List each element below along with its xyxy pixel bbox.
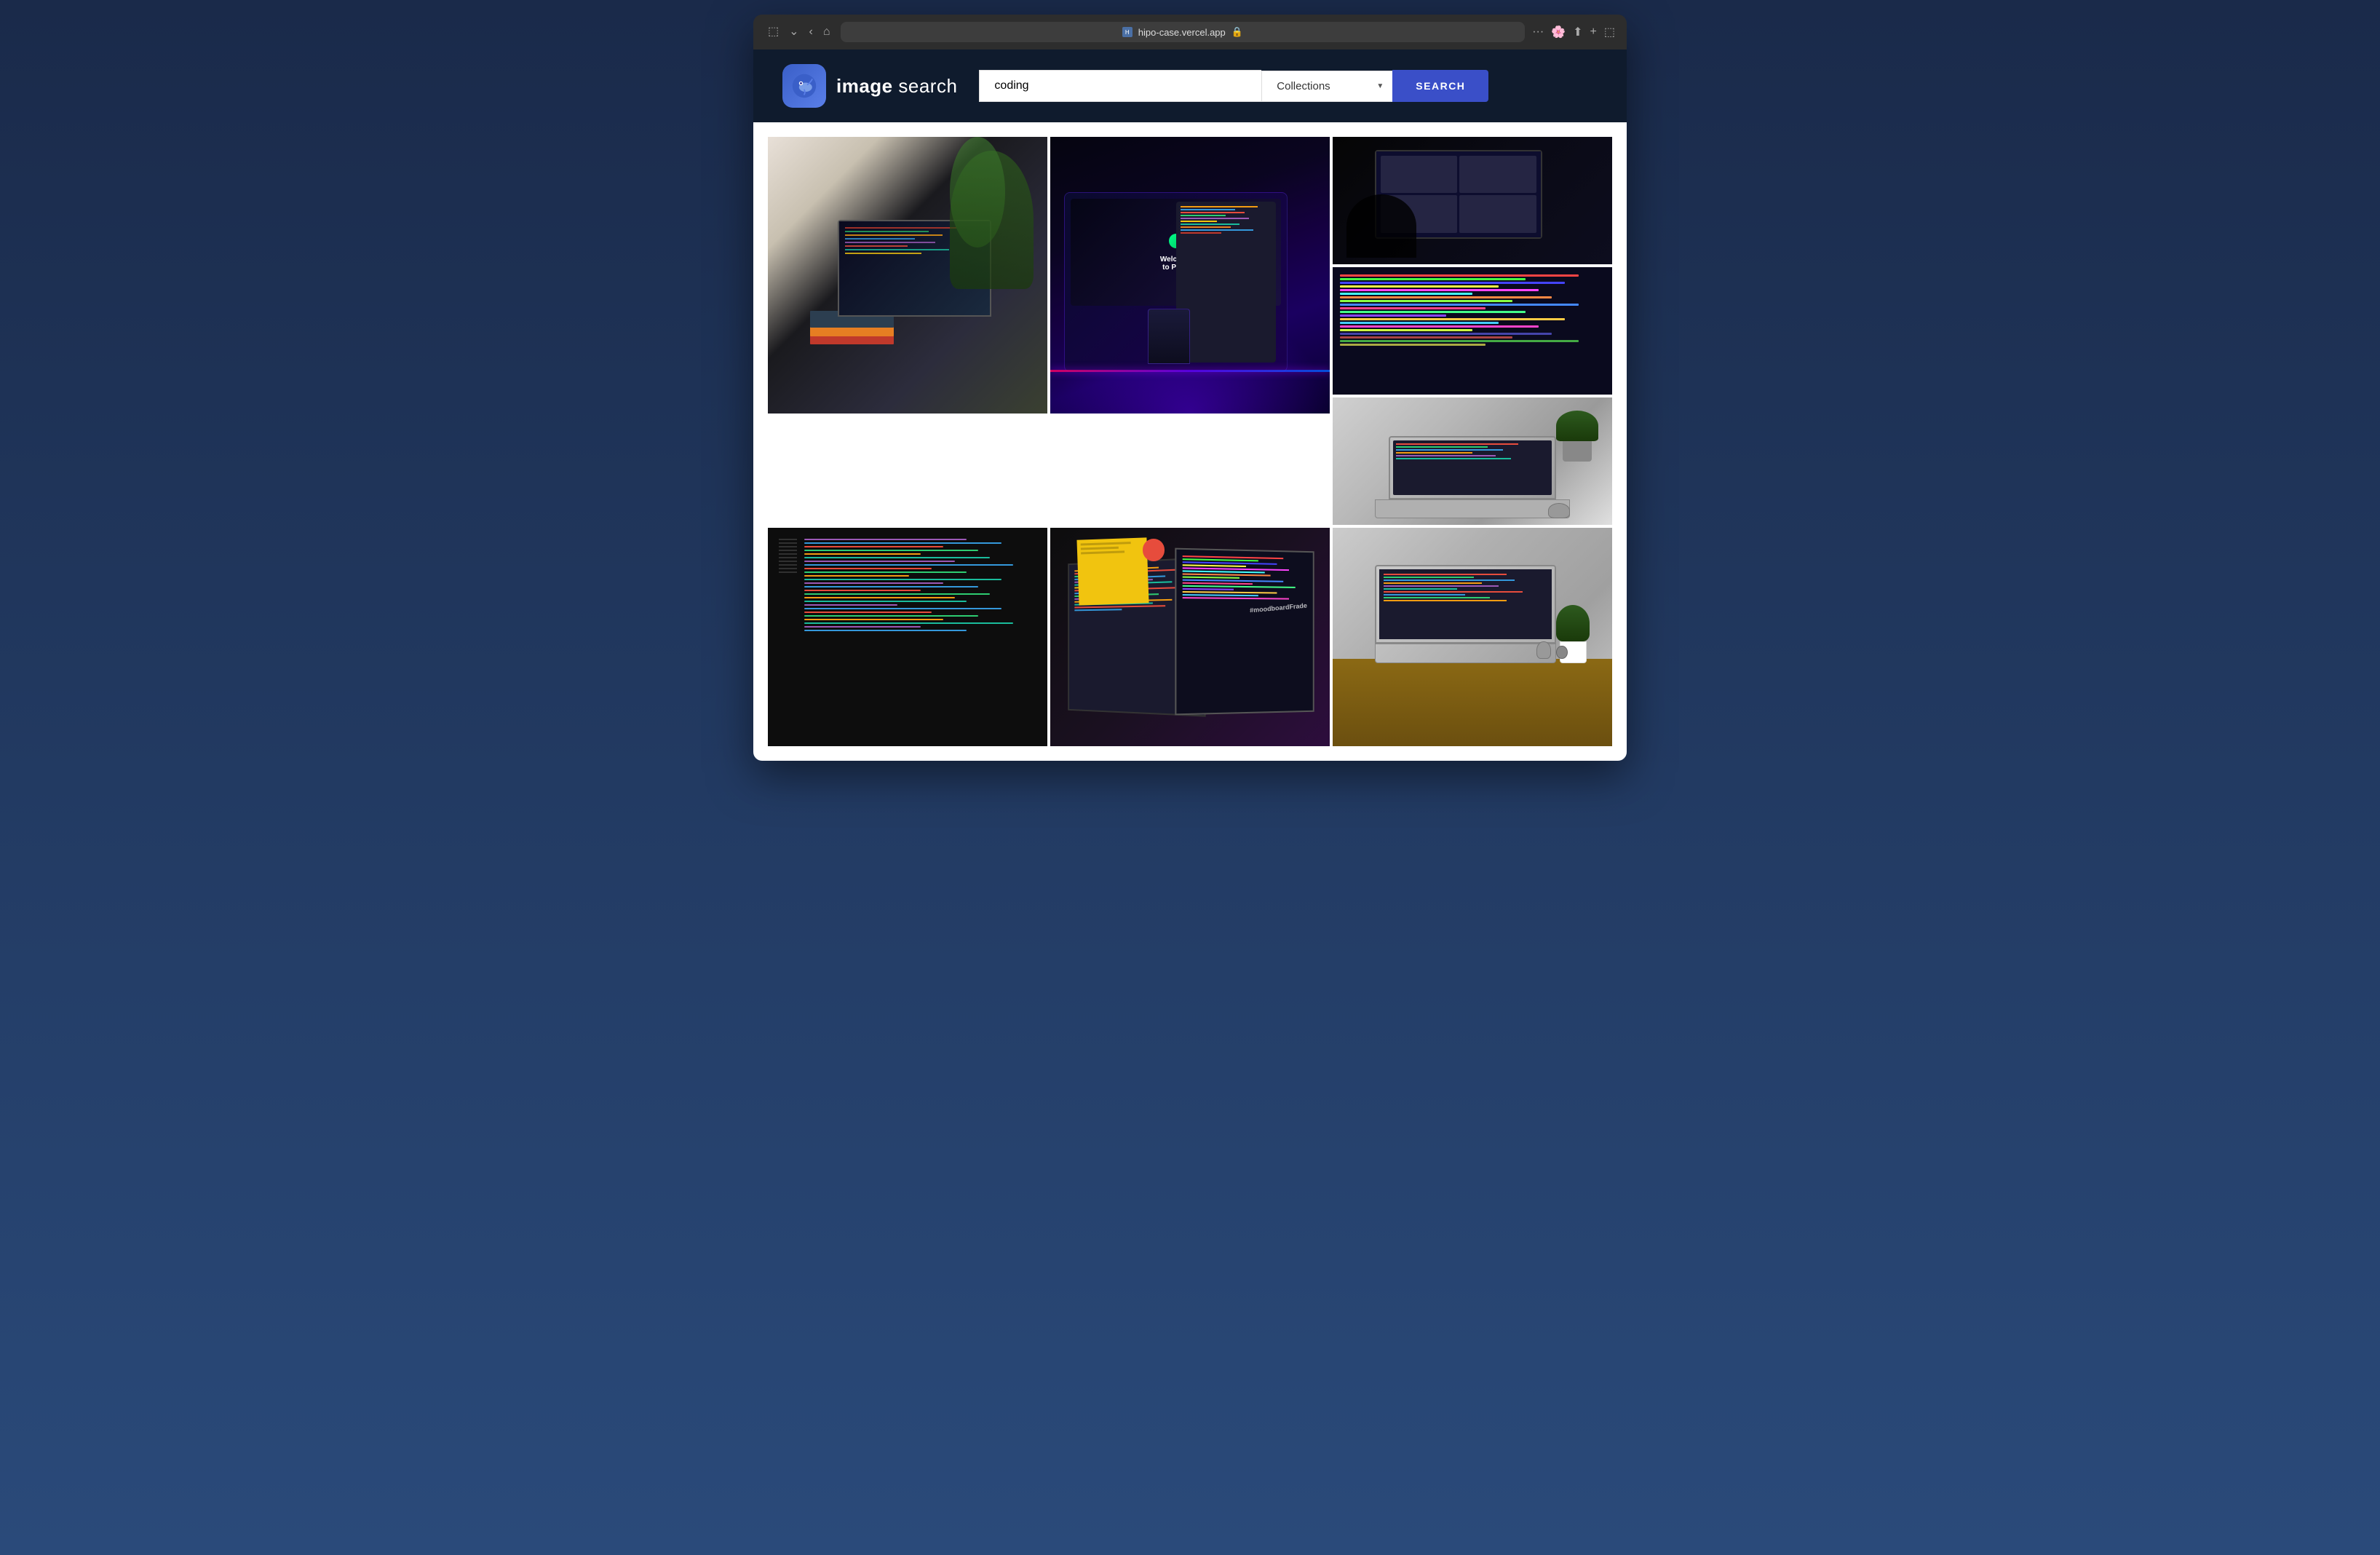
browser-controls: ⬚ ⌄ ‹ ⌂: [765, 23, 833, 41]
collections-select[interactable]: Collections Editorial Photos Videos: [1261, 71, 1392, 102]
app-header: image search Collections Editorial Photo…: [753, 50, 1627, 122]
collections-select-wrapper: Collections Editorial Photos Videos: [1261, 70, 1392, 102]
share-icon[interactable]: ⬆: [1573, 25, 1582, 39]
browser-home-button[interactable]: ⌂: [820, 23, 833, 41]
lock-icon: 🔒: [1231, 26, 1243, 38]
tabs-icon[interactable]: ⬚: [1604, 25, 1615, 39]
search-area: Collections Editorial Photos Videos SEAR…: [979, 70, 1488, 102]
browser-window: ⬚ ⌄ ‹ ⌂ H hipo-case.vercel.app 🔒 ··· 🌸 ⬆…: [753, 15, 1627, 761]
favicon: H: [1122, 27, 1133, 37]
browser-address-bar[interactable]: H hipo-case.vercel.app 🔒: [841, 22, 1526, 42]
image-code-colorful: [1333, 267, 1612, 395]
browser-back-button[interactable]: ‹: [806, 23, 816, 41]
image-laptop-desk: [1333, 528, 1612, 746]
image-blue-laptop: Welcometo Pyro.: [1050, 137, 1330, 414]
search-button[interactable]: SEARCH: [1392, 70, 1488, 102]
app-title-bold: image: [836, 75, 893, 97]
chameleon-icon: [791, 73, 817, 99]
image-laptop-clean: [1333, 397, 1612, 525]
main-content: Welcometo Pyro.: [753, 122, 1627, 761]
image-code-dark: [768, 528, 1047, 746]
extensions-icon[interactable]: 🌸: [1551, 25, 1566, 39]
app-title-normal: search: [893, 75, 958, 97]
col3-images: [1333, 137, 1612, 525]
browser-chevron-button[interactable]: ⌄: [786, 23, 801, 41]
browser-toolbar: ⬚ ⌄ ‹ ⌂ H hipo-case.vercel.app 🔒 ··· 🌸 ⬆…: [753, 15, 1627, 50]
more-icon[interactable]: ···: [1532, 25, 1544, 39]
app-title: image search: [836, 75, 957, 98]
image-grid: Welcometo Pyro.: [768, 137, 1612, 746]
logo-area: image search: [782, 64, 957, 108]
add-tab-icon[interactable]: +: [1590, 25, 1597, 39]
browser-actions: ···: [1532, 25, 1544, 39]
image-monitor-dark: [1333, 137, 1612, 264]
browser-url: hipo-case.vercel.app: [1138, 27, 1226, 38]
image-laptop-books: [768, 137, 1047, 414]
search-input[interactable]: [979, 70, 1261, 102]
image-code-monitors: #moodboardFrade: [1050, 528, 1330, 746]
sidebar-toggle-button[interactable]: ⬚: [765, 23, 782, 41]
logo-icon: [782, 64, 826, 108]
